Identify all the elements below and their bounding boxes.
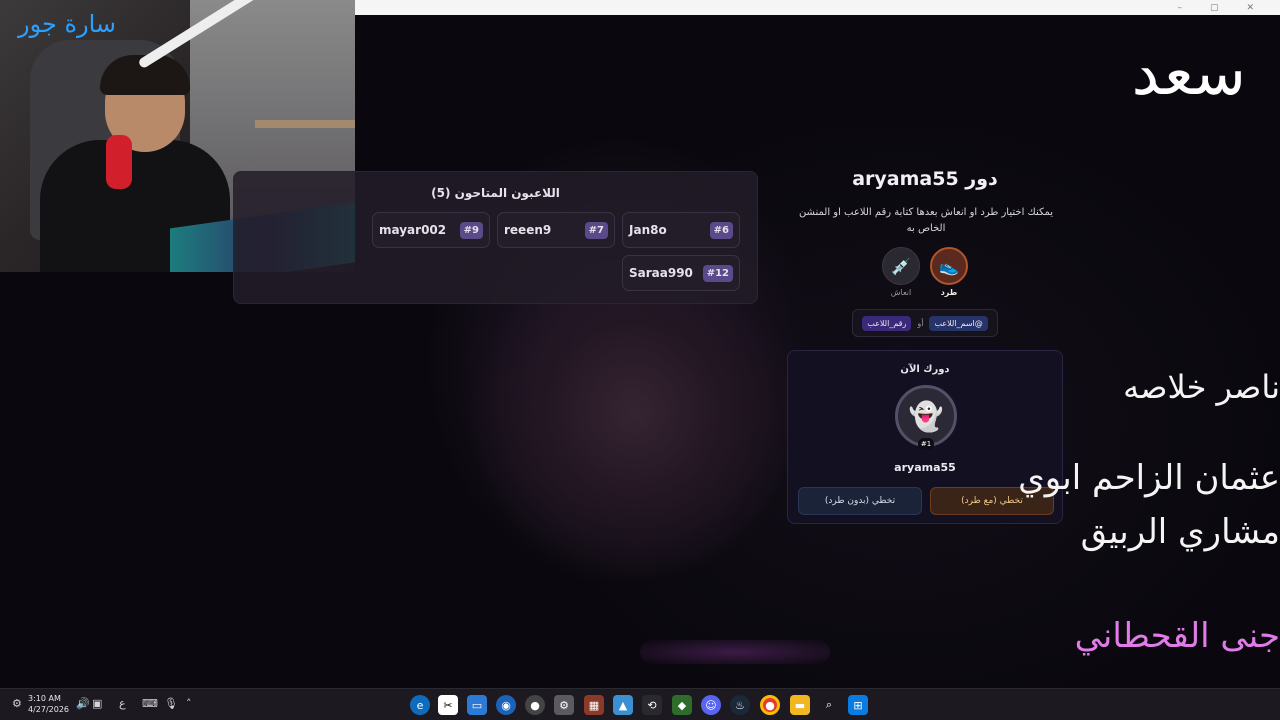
browser-titlebar: – ▢ ✕ bbox=[355, 0, 1280, 15]
folder-icon[interactable]: ▬ bbox=[790, 695, 810, 715]
taskbar: ⚙ 3:10 AM 4/27/2026 🔊 ▣ ع ⌨ 🎙 ˄ e ✂ ▭ ◉ … bbox=[0, 688, 1280, 720]
overlay-name-4: جنى القحطاني bbox=[1074, 616, 1280, 656]
capcut-icon[interactable]: ✂ bbox=[438, 695, 458, 715]
player-name: mayar002 bbox=[379, 223, 447, 237]
player-number: #9 bbox=[459, 221, 483, 239]
taskbar-time: 3:10 AM bbox=[28, 694, 61, 703]
player-number: #12 bbox=[702, 264, 733, 282]
taskbar-date: 4/27/2026 bbox=[28, 705, 70, 714]
overlay-name-3: مشاري الربيق bbox=[1080, 512, 1280, 552]
overlay-name-2: عثمان الزاحم ابوي bbox=[1018, 458, 1280, 498]
avatar-badge: #1 bbox=[918, 438, 934, 450]
edge-icon[interactable]: e bbox=[410, 695, 430, 715]
minimize-icon[interactable]: – bbox=[1177, 3, 1182, 13]
taskbar-clock[interactable]: 3:10 AM 4/27/2026 bbox=[28, 693, 69, 715]
kick-label: طرد bbox=[940, 288, 958, 297]
gear-icon[interactable]: ⚙ bbox=[12, 697, 22, 710]
players-panel-title: اللاعبون المتاحون (5) bbox=[431, 186, 560, 200]
link-icon[interactable]: ⟲ bbox=[642, 695, 662, 715]
chevron-up-icon[interactable]: ˄ bbox=[186, 697, 192, 710]
recorder-icon[interactable]: ● bbox=[525, 695, 545, 715]
syringe-icon: 💉 bbox=[882, 247, 920, 285]
language-indicator[interactable]: ع bbox=[119, 697, 126, 710]
player-name: Saraa990 bbox=[629, 266, 693, 280]
photos-icon[interactable]: ▲ bbox=[613, 695, 633, 715]
chat-icon[interactable]: ▭ bbox=[467, 695, 487, 715]
hint-tag-number: رقم_اللاعب bbox=[862, 315, 912, 331]
available-players-panel: اللاعبون المتاحون (5) Jan8o #6 reeen9 #7… bbox=[233, 171, 758, 304]
hint-or: أو bbox=[917, 318, 924, 328]
webcam-caption: سارة جور bbox=[18, 10, 117, 38]
keyboard-icon[interactable]: ⌨ bbox=[142, 697, 158, 710]
turn-title: دور aryama55 bbox=[852, 168, 998, 190]
input-hint: @اسم_اللاعب أو رقم_اللاعب bbox=[852, 309, 998, 337]
player-number: #7 bbox=[584, 221, 608, 239]
steam-icon[interactable]: ♨ bbox=[730, 695, 750, 715]
bottom-glow bbox=[640, 640, 830, 664]
cam-microphone bbox=[106, 135, 132, 189]
overlay-top-name: سعد bbox=[1131, 36, 1246, 109]
winrar-icon[interactable]: ▦ bbox=[584, 695, 604, 715]
windows-start-icon[interactable]: ⊞ bbox=[848, 695, 868, 715]
hint-tag-name: @اسم_اللاعب bbox=[929, 315, 988, 331]
player-name: reeen9 bbox=[504, 223, 552, 237]
current-turn-title: دورك الآن bbox=[900, 364, 950, 375]
maximize-icon[interactable]: ▢ bbox=[1210, 3, 1219, 13]
overlay-name-1: ناصر خلاصه bbox=[1123, 368, 1280, 406]
discord-icon[interactable]: ☺ bbox=[701, 695, 721, 715]
search-icon[interactable]: ⌕ bbox=[819, 695, 839, 715]
obs-icon[interactable]: ◉ bbox=[496, 695, 516, 715]
kick-action[interactable]: 👟 طرد bbox=[929, 247, 969, 297]
revive-label: انعاش bbox=[890, 288, 912, 297]
network-icon[interactable]: ▣ bbox=[92, 697, 102, 710]
close-icon[interactable]: ✕ bbox=[1246, 3, 1254, 13]
player-chip-saraa990[interactable]: Saraa990 #12 bbox=[622, 255, 740, 291]
microphone-icon[interactable]: 🎙 bbox=[164, 697, 178, 710]
settings-icon[interactable]: ⚙ bbox=[554, 695, 574, 715]
player-chip-jan8o[interactable]: Jan8o #6 bbox=[622, 212, 740, 248]
cam-shelf bbox=[255, 120, 355, 128]
sneaker-icon: 👟 bbox=[930, 247, 968, 285]
turn-description: يمكنك اختيار طرد او انعاش بعدها كتابة رق… bbox=[798, 207, 1054, 234]
speaker-icon[interactable]: 🔊 bbox=[76, 697, 90, 710]
nvidia-icon[interactable]: ◆ bbox=[672, 695, 692, 715]
player-name: Jan8o bbox=[629, 223, 667, 237]
player-chip-reeen9[interactable]: reeen9 #7 bbox=[497, 212, 615, 248]
chrome-icon[interactable]: ● bbox=[760, 695, 780, 715]
player-chip-mayar002[interactable]: mayar002 #9 bbox=[372, 212, 490, 248]
revive-action[interactable]: 💉 انعاش bbox=[881, 247, 921, 297]
player-number: #6 bbox=[709, 221, 733, 239]
skip-without-kick-button[interactable]: تخطي (بدون طرد) bbox=[798, 487, 922, 515]
